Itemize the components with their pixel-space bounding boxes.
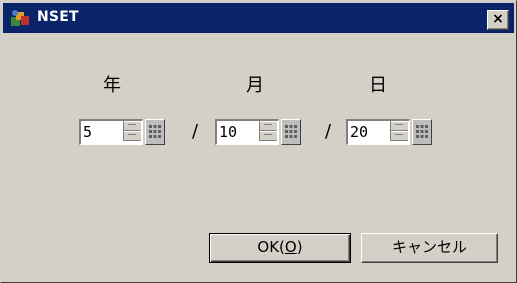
spin-up-button[interactable] <box>124 121 141 131</box>
month-spinner[interactable] <box>259 121 277 141</box>
cancel-button[interactable]: キャンセル <box>361 233 498 263</box>
cancel-button-label: キャンセル <box>391 238 467 256</box>
keypad-icon <box>285 125 297 138</box>
date-separator: / <box>192 121 199 142</box>
day-spinner[interactable] <box>390 121 408 141</box>
keypad-icon <box>149 125 161 138</box>
keypad-icon <box>416 125 428 138</box>
ok-button-label-prefix: OK( <box>257 238 285 256</box>
window-title: NSET <box>37 9 79 25</box>
spin-up-button[interactable] <box>391 121 408 131</box>
keypad-button[interactable] <box>281 119 301 145</box>
ok-button-mnemonic: O <box>284 238 297 256</box>
year-label: 年 <box>103 75 121 96</box>
nset-dialog: NSET × 年 月 日 5 / 10 / 20 OK(O) キャンセル <box>0 0 517 283</box>
year-input-value: 5 <box>83 123 93 141</box>
day-input-value: 20 <box>350 123 369 141</box>
keypad-button[interactable] <box>145 119 165 145</box>
month-label: 月 <box>246 75 264 96</box>
spin-down-button[interactable] <box>391 131 408 141</box>
date-separator: / <box>325 121 332 142</box>
close-icon: × <box>492 11 504 27</box>
spin-up-button[interactable] <box>260 121 277 131</box>
app-icon <box>11 10 29 26</box>
ok-button[interactable]: OK(O) <box>209 233 351 263</box>
spin-down-button[interactable] <box>124 131 141 141</box>
year-spinner[interactable] <box>123 121 141 141</box>
ok-button-label-suffix: ) <box>296 238 303 256</box>
close-button[interactable]: × <box>487 10 509 30</box>
keypad-button[interactable] <box>412 119 432 145</box>
month-input-value: 10 <box>219 123 238 141</box>
title-bar[interactable]: NSET × <box>3 3 514 33</box>
spin-down-button[interactable] <box>260 131 277 141</box>
day-label: 日 <box>369 75 387 96</box>
